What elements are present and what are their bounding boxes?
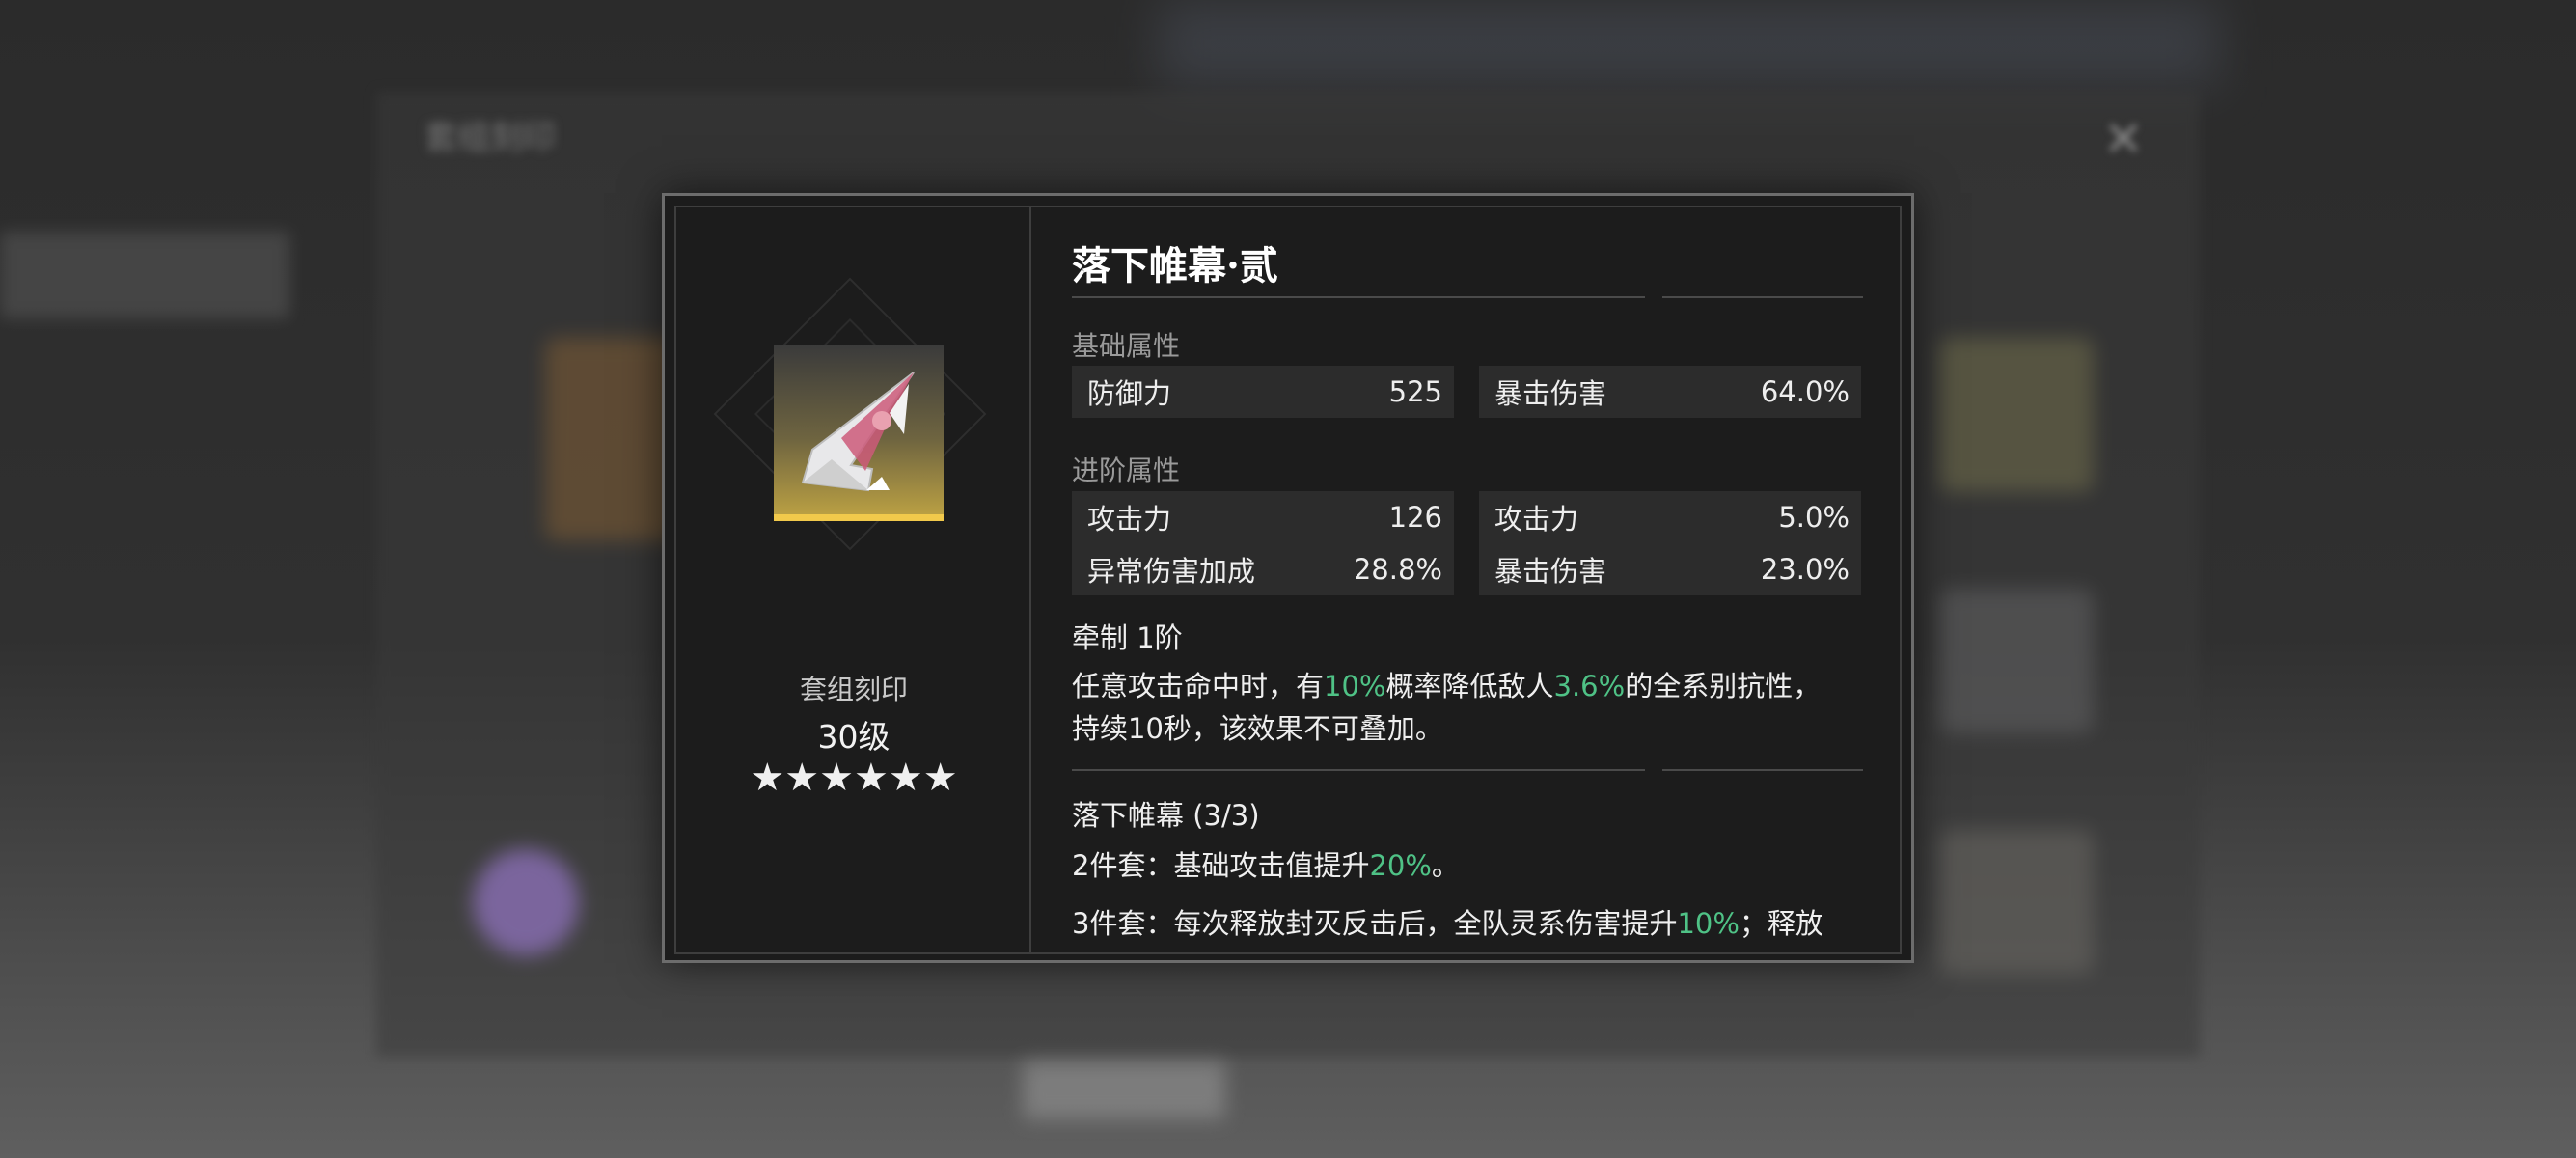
- shard-icon: [801, 372, 915, 492]
- two-piece-bonus: 2件套：基础攻击值提升20%。: [1072, 849, 1460, 882]
- item-detail-dialog: 套组刻印 30级 ★★★★★★ 落下帷幕·贰 基础属性 防御力 525 暴击伤害…: [662, 193, 1914, 963]
- background-card: [1939, 830, 2094, 975]
- base-stats-label: 基础属性: [1072, 330, 1181, 362]
- section-divider: [1662, 769, 1863, 771]
- set-bonus-title: 落下帷幕 (3/3): [1072, 799, 1260, 832]
- item-preview-panel: 套组刻印 30级 ★★★★★★: [676, 207, 1031, 952]
- background-avatar: [473, 849, 579, 955]
- dialog-frame: 套组刻印 30级 ★★★★★★ 落下帷幕·贰 基础属性 防御力 525 暴击伤害…: [674, 206, 1902, 954]
- item-level: 30级: [817, 718, 891, 756]
- stat-value: 28.8%: [1353, 553, 1442, 586]
- advanced-stats-label: 进阶属性: [1072, 455, 1181, 486]
- restraint-title: 牵制 1阶: [1072, 621, 1183, 654]
- stat-value: 64.0%: [1760, 375, 1850, 408]
- advanced-stat: 攻击力 126: [1072, 491, 1454, 543]
- background-window-title: 套组刻印: [425, 119, 556, 157]
- advanced-stat: 暴击伤害 23.0%: [1479, 543, 1861, 595]
- stat-name: 暴击伤害: [1494, 377, 1607, 410]
- stat-value: 5.0%: [1778, 501, 1850, 534]
- background-card: [1939, 338, 2094, 492]
- restraint-line-2: 持续10秒，该效果不可叠加。: [1072, 712, 1443, 745]
- restraint-description: 任意攻击命中时，有10%概率降低敌人3.6%的全系别抗性， 持续10秒，该效果不…: [1072, 665, 1882, 750]
- background-button: [1023, 1062, 1225, 1119]
- title-divider: [1662, 296, 1863, 298]
- background-card: [545, 338, 680, 540]
- three-piece-bonus: 3件套：每次释放封灭反击后，全队灵系伤害提升10%；释放: [1072, 907, 1823, 940]
- advanced-stat: 攻击力 5.0%: [1479, 491, 1861, 543]
- base-stat-left: 防御力 525: [1072, 366, 1454, 418]
- rarity-stars: ★★★★★★: [750, 756, 958, 800]
- background-close-icon: ✕: [2103, 111, 2144, 167]
- stat-value: 126: [1388, 501, 1442, 534]
- background-card: [1939, 589, 2094, 733]
- advanced-stat: 异常伤害加成 28.8%: [1072, 543, 1454, 595]
- restraint-line-1: 任意攻击命中时，有10%概率降低敌人3.6%的全系别抗性，: [1072, 670, 1822, 703]
- background-sidebar: [0, 232, 289, 318]
- item-info-panel: 落下帷幕·贰 基础属性 防御力 525 暴击伤害 64.0% 进阶属性 攻击力 …: [1033, 207, 1900, 952]
- stat-name: 异常伤害加成: [1087, 555, 1256, 588]
- stat-name: 防御力: [1087, 377, 1172, 410]
- background-glow: [1158, 0, 2219, 87]
- item-category-label: 套组刻印: [799, 674, 908, 705]
- item-title: 落下帷幕·贰: [1072, 243, 1278, 289]
- base-stat-right: 暴击伤害 64.0%: [1479, 366, 1861, 418]
- stat-value: 23.0%: [1760, 553, 1850, 586]
- stat-name: 攻击力: [1087, 503, 1172, 536]
- title-divider: [1072, 296, 1645, 298]
- stat-name: 暴击伤害: [1494, 555, 1607, 588]
- stat-value: 525: [1388, 375, 1442, 408]
- item-thumbnail: [774, 345, 944, 521]
- stat-name: 攻击力: [1494, 503, 1579, 536]
- section-divider: [1072, 769, 1645, 771]
